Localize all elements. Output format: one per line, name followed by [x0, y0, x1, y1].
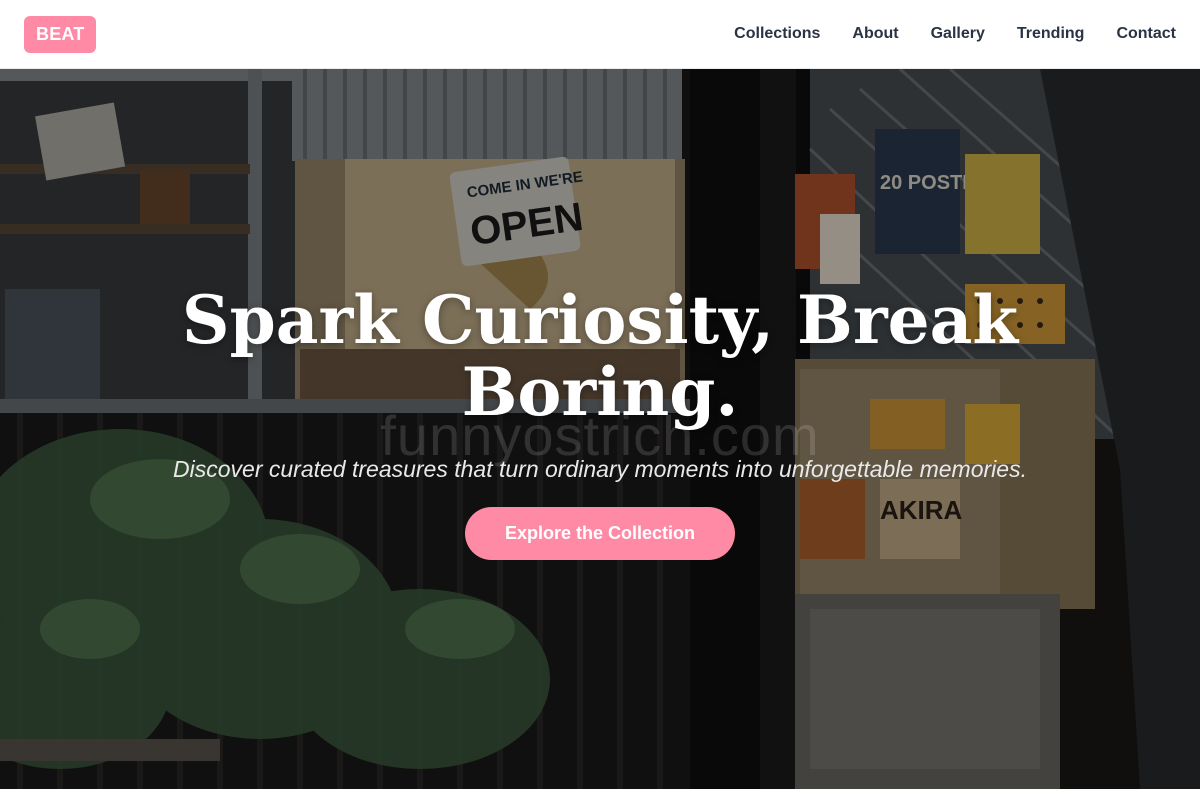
nav-gallery[interactable]: Gallery: [931, 25, 985, 43]
hero-content: Spark Curiosity, Break Boring. Discover …: [160, 284, 1040, 560]
nav-contact[interactable]: Contact: [1116, 25, 1176, 43]
nav-about[interactable]: About: [852, 25, 898, 43]
nav-trending[interactable]: Trending: [1017, 25, 1085, 43]
logo[interactable]: BEAT: [24, 15, 97, 53]
hero-section: COME IN WE'RE OPEN 20 POSTERS AKIRA funn…: [0, 69, 1200, 789]
nav-collections[interactable]: Collections: [734, 25, 820, 43]
hero-title: Spark Curiosity, Break Boring.: [181, 281, 1019, 431]
main-nav: Collections About Gallery Trending Conta…: [734, 25, 1176, 43]
explore-collection-button[interactable]: Explore the Collection: [464, 507, 736, 560]
site-header: BEAT Collections About Gallery Trending …: [0, 0, 1200, 69]
hero-subtitle: Discover curated treasures that turn ord…: [173, 456, 1027, 482]
page-bottom: [0, 789, 1200, 800]
